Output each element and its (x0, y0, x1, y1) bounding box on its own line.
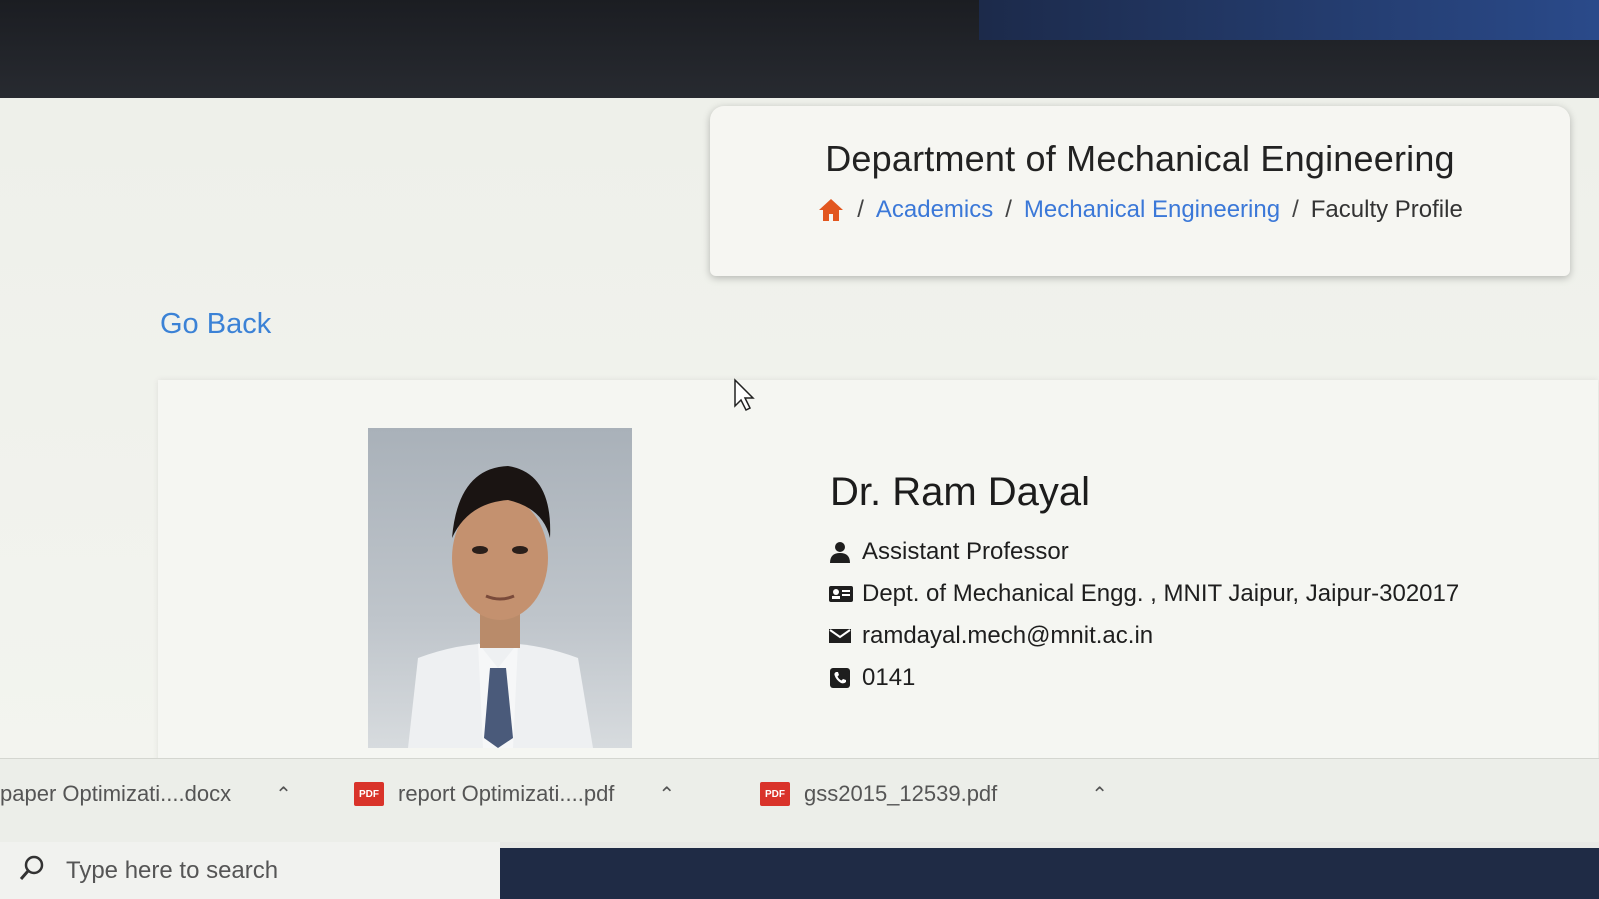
phone-icon (828, 666, 852, 690)
faculty-profile-card: Dr. Ram Dayal Assistant Professor Dept. … (158, 380, 1598, 790)
search-placeholder: Type here to search (66, 856, 279, 884)
page-header-card: Department of Mechanical Engineering / A… (710, 106, 1570, 276)
page-title: Department of Mechanical Engineering (825, 138, 1455, 179)
chevron-up-icon[interactable]: ⌃ (275, 782, 292, 807)
download-item[interactable]: PDF gss2015_12539.pdf ⌃ (760, 781, 1108, 807)
web-page: Department of Mechanical Engineering / A… (0, 98, 1599, 790)
designation-text: Assistant Professor (862, 538, 1069, 565)
id-card-icon (828, 582, 853, 606)
download-file-name: gss2015_12539.pdf (804, 781, 998, 806)
taskbar-search-box[interactable]: Type here to search (0, 842, 500, 899)
mouse-cursor-icon (733, 378, 755, 412)
address-row: Dept. of Mechanical Engg. , MNIT Jaipur,… (828, 580, 1459, 608)
address-text: Dept. of Mechanical Engg. , MNIT Jaipur,… (862, 580, 1460, 607)
email-text[interactable]: ramdayal.mech@mnit.ac.in (862, 622, 1153, 650)
breadcrumb-separator: / (857, 196, 864, 223)
download-item[interactable]: paper Optimizati....docx ⌃ (0, 781, 292, 807)
chevron-up-icon[interactable]: ⌃ (658, 782, 675, 807)
phone-text: 0141 (862, 664, 916, 691)
breadcrumb-current: Faculty Profile (1310, 196, 1463, 223)
envelope-icon (828, 624, 852, 648)
top-right-band (979, 0, 1599, 40)
taskbar-apps-area (500, 848, 1599, 899)
breadcrumb-separator: / (1005, 196, 1012, 223)
breadcrumb-mechanical-engineering[interactable]: Mechanical Engineering (1024, 196, 1280, 224)
phone-row: 0141 (828, 664, 915, 692)
breadcrumb-separator: / (1292, 196, 1299, 223)
breadcrumb-academics[interactable]: Academics (876, 196, 993, 224)
user-icon (828, 540, 852, 564)
home-icon[interactable] (817, 197, 845, 223)
chevron-up-icon[interactable]: ⌃ (1091, 782, 1108, 807)
designation-row: Assistant Professor (828, 538, 1069, 566)
downloads-bar: paper Optimizati....docx ⌃ PDF report Op… (0, 758, 1599, 843)
download-file-name: paper Optimizati....docx (0, 781, 232, 806)
go-back-link[interactable]: Go Back (160, 308, 271, 341)
faculty-photo (368, 428, 632, 748)
faculty-name: Dr. Ram Dayal (830, 470, 1091, 514)
download-file-name: report Optimizati....pdf (398, 781, 615, 806)
pdf-file-icon: PDF (760, 782, 790, 806)
email-row: ramdayal.mech@mnit.ac.in (828, 622, 1153, 650)
windows-taskbar: Type here to search (0, 842, 1599, 899)
pdf-file-icon: PDF (354, 782, 384, 806)
search-icon (18, 854, 46, 887)
breadcrumb: / Academics / Mechanical Engineering / F… (710, 196, 1570, 224)
download-item[interactable]: PDF report Optimizati....pdf ⌃ (354, 781, 675, 807)
